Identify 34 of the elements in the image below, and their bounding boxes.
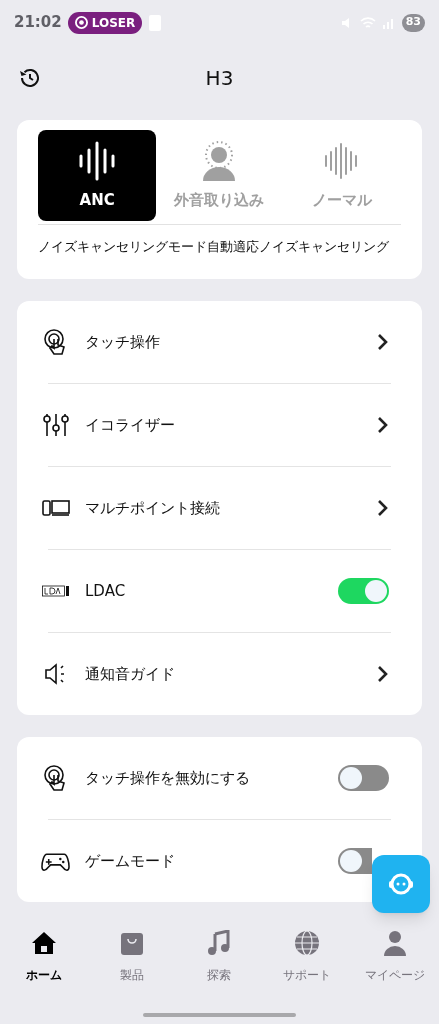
chevron-right-icon[interactable]: [377, 333, 389, 351]
toggle-switch[interactable]: [338, 848, 372, 874]
globe-icon: [294, 930, 321, 956]
chevron-right-icon[interactable]: [377, 665, 389, 683]
equalizer-icon: [41, 411, 70, 439]
nav-tab[interactable]: サポート: [263, 928, 352, 984]
page-title: H3: [205, 65, 234, 92]
history-icon[interactable]: [18, 66, 42, 90]
setting-label[interactable]: マルチポイント接続: [85, 496, 362, 520]
nav-tab[interactable]: マイページ: [351, 928, 439, 984]
toggle-switch[interactable]: [338, 578, 389, 604]
chevron-right-icon[interactable]: [377, 499, 389, 517]
mode-option[interactable]: ノイズキャンセリングモード: [38, 235, 207, 259]
nav-tab[interactable]: 探索: [175, 928, 264, 984]
mode-tab[interactable]: ANC: [38, 130, 157, 221]
setting-label[interactable]: タッチ操作を無効にする: [85, 766, 323, 790]
setting-label[interactable]: ゲームモード: [85, 849, 323, 873]
mode-option[interactable]: 自動適応ノイズキャンセリング: [207, 235, 401, 259]
person-icon: [383, 930, 408, 956]
setting-label[interactable]: イコライザー: [85, 413, 362, 437]
battery-level: 83: [401, 13, 425, 32]
nav-tab[interactable]: 製品: [87, 928, 176, 984]
setting-label[interactable]: LDAC: [85, 579, 323, 603]
ldac-logo-icon: [41, 585, 70, 597]
status-time: 21:02: [14, 12, 62, 34]
nav-tab[interactable]: ホーム: [0, 928, 88, 984]
setting-label[interactable]: 通知音ガイド: [85, 662, 362, 686]
recording-badge: LOSER: [67, 11, 143, 34]
home-icon: [30, 930, 57, 956]
setting-label[interactable]: タッチ操作: [85, 330, 362, 354]
toggle-switch[interactable]: [338, 765, 389, 791]
chevron-right-icon[interactable]: [377, 416, 389, 434]
music-note-icon: [207, 930, 232, 956]
shopping-bag-icon: [119, 932, 144, 956]
